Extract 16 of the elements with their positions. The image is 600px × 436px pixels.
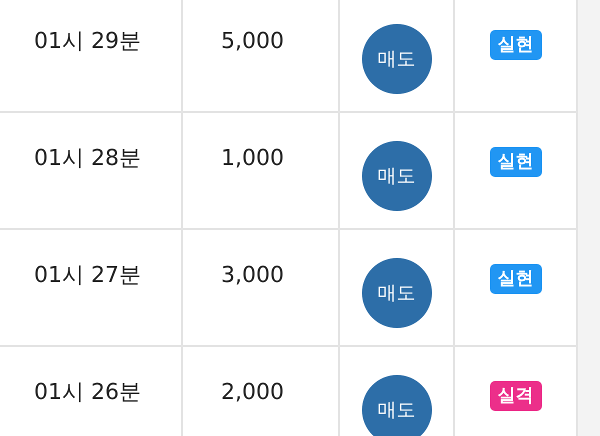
- time-text: 01시 28분: [34, 146, 141, 171]
- status-badge: 실현: [490, 147, 542, 177]
- status-badge: 실격: [490, 381, 542, 411]
- time-text: 01시 29분: [34, 29, 141, 54]
- status-badge: 실현: [490, 264, 542, 294]
- amount-text: 1,000: [221, 146, 284, 171]
- amount-text: 5,000: [221, 29, 284, 54]
- amount-text: 2,000: [221, 380, 284, 405]
- time-text: 01시 27분: [34, 263, 141, 288]
- amount-text: 3,000: [221, 263, 284, 288]
- sell-button[interactable]: 매도: [362, 258, 432, 328]
- status-badge: 실현: [490, 30, 542, 60]
- sell-button[interactable]: 매도: [362, 375, 432, 436]
- time-text: 01시 26분: [34, 380, 141, 405]
- sell-button[interactable]: 매도: [362, 24, 432, 94]
- sell-button[interactable]: 매도: [362, 141, 432, 211]
